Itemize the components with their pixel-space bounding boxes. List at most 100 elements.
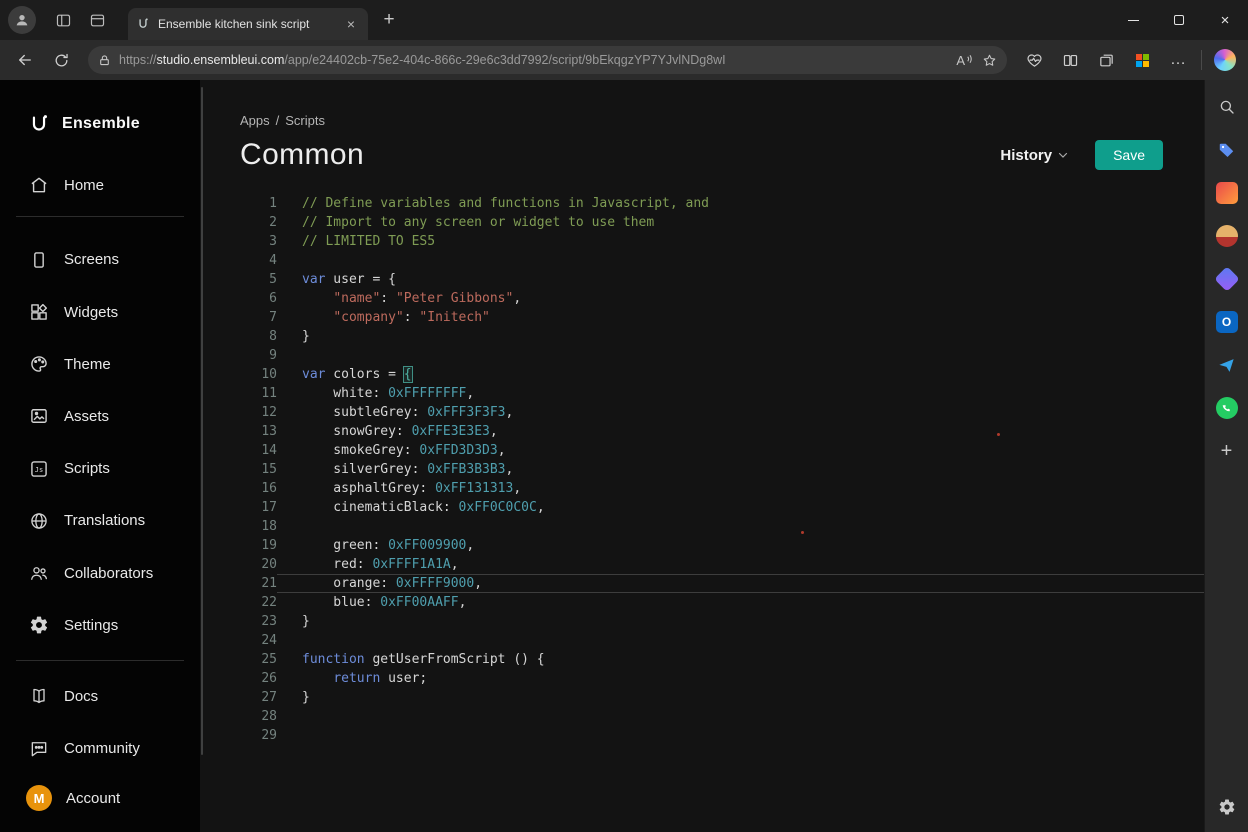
code-line-text[interactable]: function getUserFromScript () { — [277, 650, 1204, 669]
code-line[interactable]: 23} — [240, 612, 1204, 631]
code-line-text[interactable] — [277, 707, 1204, 726]
split-screen-icon[interactable] — [1053, 44, 1087, 76]
more-menu-button[interactable]: … — [1161, 44, 1195, 76]
code-line[interactable]: 10var colors = { — [240, 365, 1204, 384]
browser-tab[interactable]: Ensemble kitchen sink script × — [128, 8, 368, 40]
code-line[interactable]: 9 — [240, 346, 1204, 365]
save-button[interactable]: Save — [1095, 140, 1163, 170]
game-app-icon[interactable] — [1214, 223, 1240, 249]
history-button[interactable]: History — [1000, 147, 1069, 164]
sidebar-item-docs[interactable]: Docs — [0, 670, 200, 722]
shopping-tag-icon[interactable] — [1214, 137, 1240, 163]
code-line-text[interactable]: return user; — [277, 669, 1204, 688]
code-line[interactable]: 22 blue: 0xFF00AAFF, — [240, 593, 1204, 612]
sidebar-item-account[interactable]: M Account — [0, 775, 200, 822]
code-line[interactable]: 3// LIMITED TO ES5 — [240, 232, 1204, 251]
maximize-button[interactable] — [1156, 0, 1202, 40]
sidebar-item-assets[interactable]: Assets — [0, 390, 200, 442]
new-tab-button[interactable]: + — [374, 5, 404, 35]
brand[interactable]: Ensemble — [0, 104, 200, 143]
code-line-text[interactable]: // LIMITED TO ES5 — [277, 232, 1204, 251]
code-line-text[interactable]: } — [277, 688, 1204, 707]
code-line[interactable]: 2// Import to any screen or widget to us… — [240, 213, 1204, 232]
sidebar-settings-gear-icon[interactable] — [1214, 794, 1240, 820]
code-line-text[interactable]: cinematicBlack: 0xFF0C0C0C, — [277, 498, 1204, 517]
code-line[interactable]: 15 silverGrey: 0xFFB3B3B3, — [240, 460, 1204, 479]
tab-close-icon[interactable]: × — [342, 15, 360, 33]
code-line-text[interactable]: green: 0xFF009900, — [277, 536, 1204, 555]
read-aloud-button[interactable]: A — [956, 53, 974, 68]
code-line[interactable]: 17 cinematicBlack: 0xFF0C0C0C, — [240, 498, 1204, 517]
code-line[interactable]: 29 — [240, 726, 1204, 745]
code-line-text[interactable]: var colors = { — [277, 365, 1204, 384]
browser-essentials-icon[interactable] — [1017, 44, 1051, 76]
breadcrumb-scripts[interactable]: Scripts — [285, 113, 325, 128]
address-bar[interactable]: https://studio.ensembleui.com/app/e24402… — [88, 46, 1007, 74]
code-line-text[interactable]: snowGrey: 0xFFE3E3E3, — [277, 422, 1204, 441]
sidebar-item-translations[interactable]: Translations — [0, 495, 200, 547]
refresh-button[interactable] — [44, 44, 78, 76]
code-line-text[interactable]: } — [277, 327, 1204, 346]
code-line-text[interactable]: "name": "Peter Gibbons", — [277, 289, 1204, 308]
code-editor[interactable]: 1// Define variables and functions in Ja… — [200, 194, 1204, 745]
code-line[interactable]: 16 asphaltGrey: 0xFF131313, — [240, 479, 1204, 498]
workspaces-icon[interactable] — [46, 5, 80, 35]
code-line-text[interactable] — [277, 631, 1204, 650]
favorite-star-icon[interactable] — [982, 53, 997, 68]
sidebar-item-settings[interactable]: Settings — [0, 599, 200, 651]
sidebar-item-community[interactable]: Community — [0, 723, 200, 775]
code-line[interactable]: 12 subtleGrey: 0xFFF3F3F3, — [240, 403, 1204, 422]
lock-icon[interactable] — [98, 54, 111, 67]
code-line-text[interactable]: blue: 0xFF00AAFF, — [277, 593, 1204, 612]
code-line[interactable]: 25function getUserFromScript () { — [240, 650, 1204, 669]
sidebar-item-theme[interactable]: Theme — [0, 338, 200, 390]
code-line-text[interactable]: red: 0xFFFF1A1A, — [277, 555, 1204, 574]
collections-icon[interactable] — [1089, 44, 1123, 76]
sidebar-item-collaborators[interactable]: Collaborators — [0, 547, 200, 599]
code-line[interactable]: 7 "company": "Initech" — [240, 308, 1204, 327]
drop-app-icon[interactable] — [1214, 352, 1240, 378]
code-line[interactable]: 26 return user; — [240, 669, 1204, 688]
code-line[interactable]: 24 — [240, 631, 1204, 650]
code-line-text[interactable] — [277, 517, 1204, 536]
designer-app-icon[interactable] — [1214, 266, 1240, 292]
code-line-text[interactable]: // Import to any screen or widget to use… — [277, 213, 1204, 232]
code-line-text[interactable]: orange: 0xFFFF9000, — [277, 574, 1204, 593]
code-line-text[interactable]: var user = { — [277, 270, 1204, 289]
close-button[interactable]: × — [1202, 0, 1248, 40]
code-line-text[interactable]: // Define variables and functions in Jav… — [277, 194, 1204, 213]
rewards-icon[interactable] — [1125, 44, 1159, 76]
code-line[interactable]: 13 snowGrey: 0xFFE3E3E3, — [240, 422, 1204, 441]
code-line-text[interactable] — [277, 346, 1204, 365]
code-line[interactable]: 18 — [240, 517, 1204, 536]
code-line[interactable]: 21 orange: 0xFFFF9000, — [240, 574, 1204, 593]
vertical-tabs-icon[interactable] — [80, 5, 114, 35]
minimize-button[interactable] — [1110, 0, 1156, 40]
code-line[interactable]: 20 red: 0xFFFF1A1A, — [240, 555, 1204, 574]
code-line-text[interactable]: subtleGrey: 0xFFF3F3F3, — [277, 403, 1204, 422]
sidebar-item-scripts[interactable]: Js Scripts — [0, 443, 200, 495]
back-button[interactable] — [8, 44, 42, 76]
outlook-app-icon[interactable]: O — [1214, 309, 1240, 335]
sidebar-item-screens[interactable]: Screens — [0, 234, 200, 286]
sidebar-search-icon[interactable] — [1214, 94, 1240, 120]
m365-app-icon[interactable] — [1214, 180, 1240, 206]
code-line[interactable]: 8} — [240, 327, 1204, 346]
whatsapp-app-icon[interactable] — [1214, 395, 1240, 421]
code-line-text[interactable]: asphaltGrey: 0xFF131313, — [277, 479, 1204, 498]
code-line[interactable]: 6 "name": "Peter Gibbons", — [240, 289, 1204, 308]
sidebar-item-widgets[interactable]: Widgets — [0, 286, 200, 338]
scrollbar[interactable] — [201, 87, 203, 755]
code-line[interactable]: 19 green: 0xFF009900, — [240, 536, 1204, 555]
code-line[interactable]: 5var user = { — [240, 270, 1204, 289]
breadcrumb-apps[interactable]: Apps — [240, 113, 270, 128]
code-line-text[interactable]: silverGrey: 0xFFB3B3B3, — [277, 460, 1204, 479]
code-line-text[interactable]: "company": "Initech" — [277, 308, 1204, 327]
code-line[interactable]: 28 — [240, 707, 1204, 726]
code-line[interactable]: 14 smokeGrey: 0xFFD3D3D3, — [240, 441, 1204, 460]
code-line-text[interactable]: smokeGrey: 0xFFD3D3D3, — [277, 441, 1204, 460]
code-line[interactable]: 4 — [240, 251, 1204, 270]
code-line-text[interactable]: } — [277, 612, 1204, 631]
code-line-text[interactable] — [277, 251, 1204, 270]
code-line[interactable]: 11 white: 0xFFFFFFFF, — [240, 384, 1204, 403]
